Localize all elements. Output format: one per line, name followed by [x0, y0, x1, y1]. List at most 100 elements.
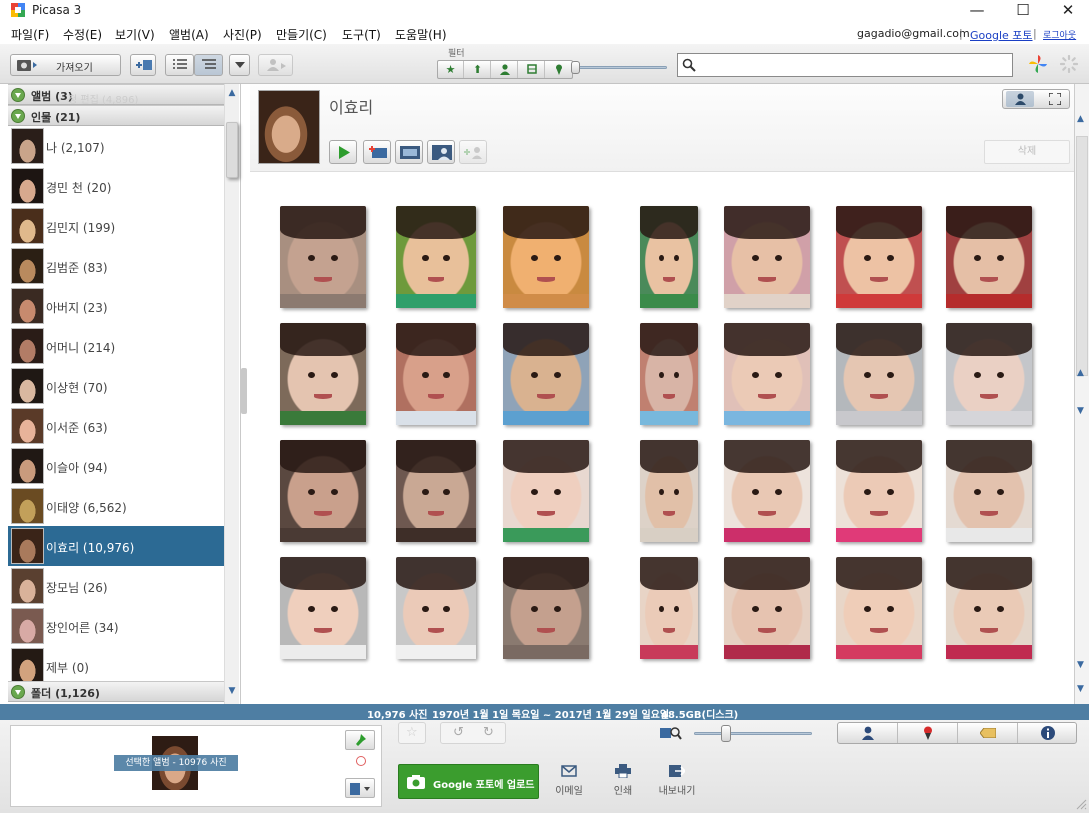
add-to-album-dropdown[interactable]: [345, 778, 375, 798]
person-row[interactable]: 어머니 (214): [8, 326, 224, 366]
people-panel-button[interactable]: [838, 723, 898, 743]
menu-view[interactable]: 보기(V): [115, 26, 155, 43]
menu-tools[interactable]: 도구(T): [342, 26, 381, 43]
properties-panel-button[interactable]: [1018, 723, 1078, 743]
search-box[interactable]: [677, 53, 1013, 77]
filter-date-slider-handle[interactable]: [571, 61, 580, 74]
photo-thumbnail[interactable]: [724, 206, 810, 308]
filter-movies-button[interactable]: [519, 61, 545, 78]
add-person-button[interactable]: [459, 140, 487, 164]
slideshow-button[interactable]: [329, 140, 357, 164]
minimize-button[interactable]: —: [954, 0, 1000, 22]
photo-thumbnail[interactable]: [280, 557, 366, 659]
rotate-right-icon[interactable]: ↻: [483, 725, 494, 740]
person-row[interactable]: 이슬아 (94): [8, 446, 224, 486]
filter-starred-button[interactable]: ★: [438, 61, 464, 78]
photo-thumbnail[interactable]: [280, 440, 366, 542]
photo-thumbnail[interactable]: [396, 323, 476, 425]
maximize-button[interactable]: ☐: [1000, 0, 1046, 22]
delete-button[interactable]: 삭제: [984, 140, 1070, 164]
search-input[interactable]: [700, 56, 1008, 74]
list-view-button[interactable]: [165, 54, 194, 76]
photo-thumbnail[interactable]: [280, 323, 366, 425]
photo-thumbnail[interactable]: [946, 440, 1032, 542]
person-row[interactable]: 제부 (0): [8, 646, 224, 686]
google-photos-link[interactable]: Google 포토: [970, 27, 1033, 43]
photo-thumbnail[interactable]: [946, 323, 1032, 425]
scroll-up-icon[interactable]: ▲: [1077, 114, 1084, 124]
folders-section-header[interactable]: 폴더 (1,126): [8, 681, 224, 702]
person-row[interactable]: 이서준 (63): [8, 406, 224, 446]
person-cover-photo[interactable]: [258, 90, 320, 164]
menu-create[interactable]: 만들기(C): [276, 26, 327, 43]
face-view-button[interactable]: [1006, 91, 1034, 107]
rotate-left-icon[interactable]: ↺: [453, 725, 464, 740]
person-row[interactable]: 장모님 (26): [8, 566, 224, 606]
collage-button[interactable]: [427, 140, 455, 164]
photo-thumbnail[interactable]: [836, 440, 922, 542]
scroll-end-icon[interactable]: ▼: [1077, 684, 1084, 694]
thumbnail-size-handle[interactable]: [721, 725, 731, 742]
person-row[interactable]: 이상현 (70): [8, 366, 224, 406]
photo-thumbnail[interactable]: [503, 323, 589, 425]
photo-thumbnail[interactable]: [396, 557, 476, 659]
person-row[interactable]: 나 (2,107): [8, 126, 224, 166]
photo-thumbnail[interactable]: [946, 557, 1032, 659]
photo-thumbnail[interactable]: [396, 206, 476, 308]
email-button[interactable]: 이메일: [547, 764, 591, 797]
hold-button[interactable]: [345, 730, 375, 750]
photo-thumbnail[interactable]: [396, 440, 476, 542]
person-row[interactable]: 김범준 (83): [8, 246, 224, 286]
upload-to-google-photos-button[interactable]: Google 포토에 업로드: [398, 764, 539, 799]
collapse-toggle-icon[interactable]: [11, 685, 25, 699]
import-button[interactable]: 가져오기: [10, 54, 121, 76]
grid-scroll-thumb[interactable]: [1076, 136, 1088, 376]
library-scrollbar[interactable]: ▲ ▼: [224, 84, 239, 704]
print-button[interactable]: 인쇄: [601, 764, 645, 797]
person-row[interactable]: 이효리 (10,976): [8, 526, 224, 566]
scroll-down-icon[interactable]: ▼: [1077, 660, 1084, 670]
photo-thumbnail[interactable]: [724, 323, 810, 425]
person-row[interactable]: 이태양 (6,562): [8, 486, 224, 526]
person-row[interactable]: 김민지 (199): [8, 206, 224, 246]
resize-grip-icon[interactable]: [1075, 798, 1087, 810]
person-row[interactable]: 장인어른 (34): [8, 606, 224, 646]
photo-thumbnail[interactable]: [280, 206, 366, 308]
photo-thumbnail[interactable]: [640, 323, 698, 425]
page-down-icon[interactable]: ▼: [1077, 406, 1084, 416]
photo-thumbnail[interactable]: [640, 206, 698, 308]
share-person-button[interactable]: [258, 54, 293, 76]
menu-album[interactable]: 앨범(A): [169, 26, 209, 43]
panel-resize-handle[interactable]: [241, 368, 247, 414]
photo-thumbnail[interactable]: [503, 557, 589, 659]
person-row[interactable]: 아버지 (23): [8, 286, 224, 326]
google-pinwheel-icon[interactable]: [1029, 55, 1047, 73]
photo-thumbnail[interactable]: [724, 557, 810, 659]
star-button[interactable]: ☆: [398, 722, 426, 744]
collapse-toggle-icon[interactable]: [11, 88, 25, 102]
detail-view-button[interactable]: [194, 54, 223, 76]
add-to-album-button[interactable]: [130, 54, 156, 76]
view-options-dropdown[interactable]: [229, 54, 250, 76]
photo-thumbnail[interactable]: [836, 557, 922, 659]
albums-section-header[interactable]: 앨범 (3) 정 편집 (4,896): [8, 84, 224, 106]
add-photo-button[interactable]: [363, 140, 391, 164]
scroll-down-icon[interactable]: ▼: [227, 686, 237, 696]
photo-thumbnail[interactable]: [724, 440, 810, 542]
movie-button[interactable]: [395, 140, 423, 164]
tags-panel-button[interactable]: [958, 723, 1018, 743]
filter-faces-button[interactable]: [492, 61, 518, 78]
grid-scrollbar[interactable]: ▲ ▲ ▼ ▼ ▼: [1074, 84, 1089, 704]
collapse-toggle-icon[interactable]: [11, 109, 25, 123]
filter-date-slider[interactable]: [574, 66, 667, 69]
menu-help[interactable]: 도움말(H): [395, 26, 447, 43]
library-scroll-thumb[interactable]: [226, 122, 238, 178]
photo-thumbnail[interactable]: [946, 206, 1032, 308]
photo-thumbnail[interactable]: [640, 440, 698, 542]
scroll-up-icon[interactable]: ▲: [227, 88, 237, 98]
menu-file[interactable]: 파일(F): [11, 26, 49, 43]
close-button[interactable]: ✕: [1045, 0, 1089, 22]
filter-uploaded-button[interactable]: ⬆: [465, 61, 491, 78]
photo-thumbnail[interactable]: [836, 323, 922, 425]
filter-geotag-button[interactable]: [546, 61, 572, 78]
